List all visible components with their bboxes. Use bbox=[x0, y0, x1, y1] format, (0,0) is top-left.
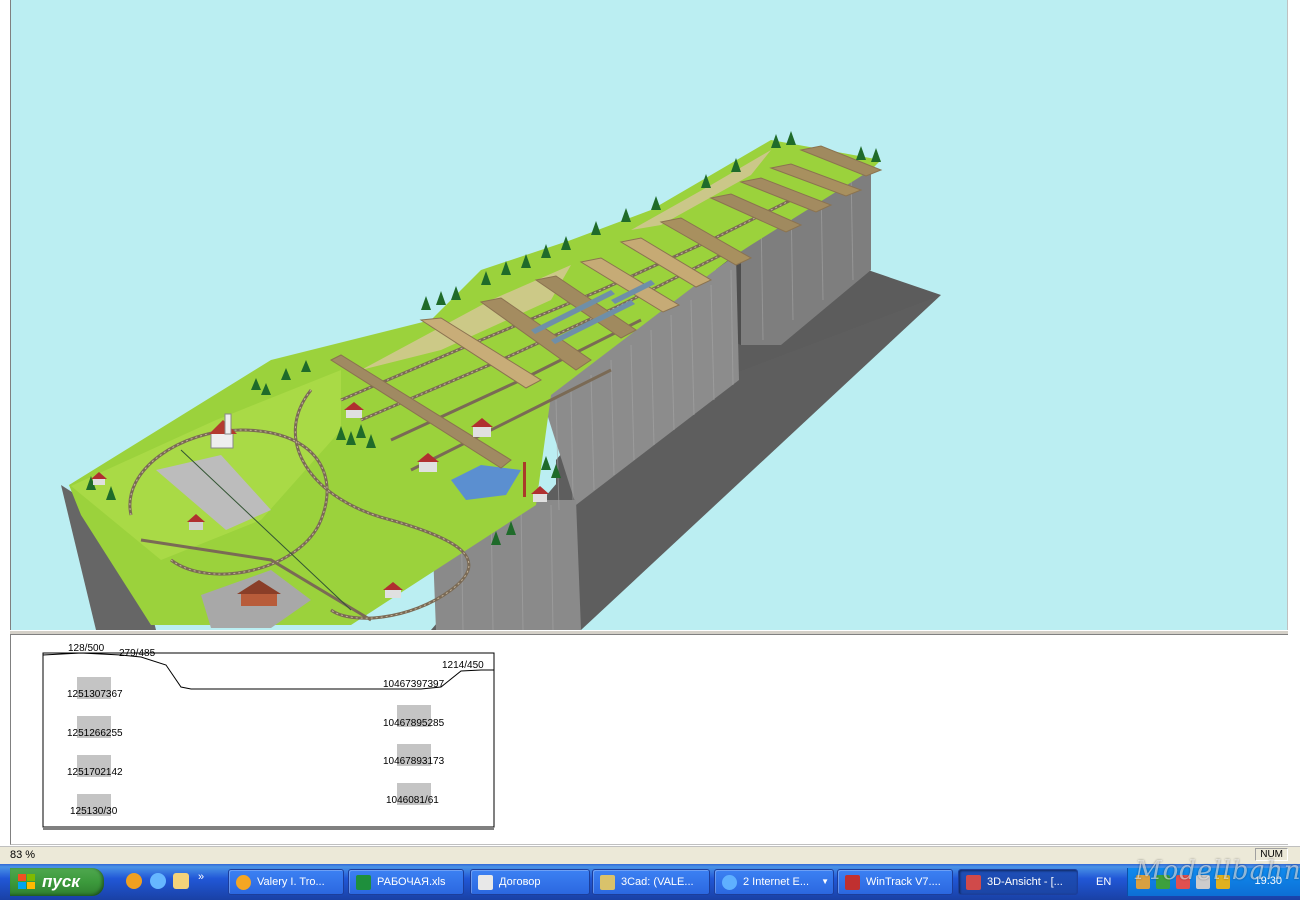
taskbar-button-internet-explorer[interactable]: 2 Internet E... ▼ bbox=[714, 869, 834, 895]
ramp-markers bbox=[77, 677, 431, 816]
height-profile-chart: 128/500 279/485 1214/450 1251307367 1251… bbox=[42, 643, 495, 830]
task-label: 2 Internet E... bbox=[743, 876, 810, 888]
taskbar-button-excel[interactable]: РАБОЧАЯ.xls bbox=[348, 869, 464, 895]
task-label: 3Cad: (VALE... bbox=[621, 876, 694, 888]
start-button[interactable]: пуск bbox=[10, 868, 104, 896]
language-indicator[interactable]: EN bbox=[1096, 876, 1111, 888]
excel-icon bbox=[356, 875, 371, 890]
start-label: пуск bbox=[42, 872, 80, 891]
document-icon bbox=[478, 875, 493, 890]
profile-label: 1251266255 bbox=[67, 728, 123, 739]
taskbar-button-3cad[interactable]: 3Cad: (VALE... bbox=[592, 869, 710, 895]
app-window: 128/500 279/485 1214/450 1251307367 1251… bbox=[0, 0, 1300, 900]
profile-label: 1046081/61 bbox=[386, 795, 439, 806]
3d-viewport[interactable] bbox=[10, 0, 1288, 630]
windows-logo-icon bbox=[18, 874, 35, 889]
task-label: Valery I. Tro... bbox=[257, 876, 325, 888]
taskbar-button-3d-ansicht[interactable]: 3D-Ansicht - [... bbox=[958, 869, 1078, 895]
chevron-right-icon[interactable]: » bbox=[198, 869, 208, 885]
profile-label: 10467397397 bbox=[383, 679, 445, 690]
media-player-icon[interactable] bbox=[126, 873, 142, 889]
task-label: WinTrack V7.... bbox=[866, 876, 941, 888]
watermark: Modellbahn bbox=[1135, 856, 1300, 886]
cad-icon bbox=[600, 875, 615, 890]
internet-explorer-icon[interactable] bbox=[150, 873, 166, 889]
3d-layout-render bbox=[61, 131, 941, 630]
height-profile-pane[interactable]: 128/500 279/485 1214/450 1251307367 1251… bbox=[10, 635, 1288, 845]
3d-view-icon bbox=[966, 875, 981, 890]
taskbar-button-dogovor[interactable]: Договор bbox=[470, 869, 590, 895]
task-label: РАБОЧАЯ.xls bbox=[377, 876, 446, 888]
profile-label: 1251307367 bbox=[67, 689, 123, 700]
chevron-down-icon: ▼ bbox=[821, 877, 829, 886]
profile-label: 279/485 bbox=[119, 648, 156, 659]
taskbar-button-valery[interactable]: Valery I. Tro... bbox=[228, 869, 344, 895]
taskbar-button-wintrack[interactable]: WinTrack V7.... bbox=[837, 869, 953, 895]
wintrack-icon bbox=[845, 875, 860, 890]
task-label: 3D-Ansicht - [... bbox=[987, 876, 1063, 888]
browser-icon bbox=[236, 875, 251, 890]
profile-label: 128/500 bbox=[68, 643, 105, 654]
status-bar: 83 % NUM bbox=[0, 846, 1300, 864]
folder-icon[interactable] bbox=[173, 873, 189, 889]
profile-label: 1251702142 bbox=[67, 767, 123, 778]
profile-label: 10467895285 bbox=[383, 718, 445, 729]
internet-explorer-icon bbox=[722, 875, 737, 890]
profile-label: 10467893173 bbox=[383, 756, 445, 767]
profile-label: 125130/30 bbox=[70, 806, 118, 817]
zoom-level: 83 % bbox=[10, 849, 36, 861]
profile-label: 1214/450 bbox=[442, 660, 484, 671]
taskbar: пуск » Valery I. Tro... РАБОЧАЯ.xls Дого… bbox=[0, 864, 1300, 900]
task-label: Договор bbox=[499, 876, 541, 888]
